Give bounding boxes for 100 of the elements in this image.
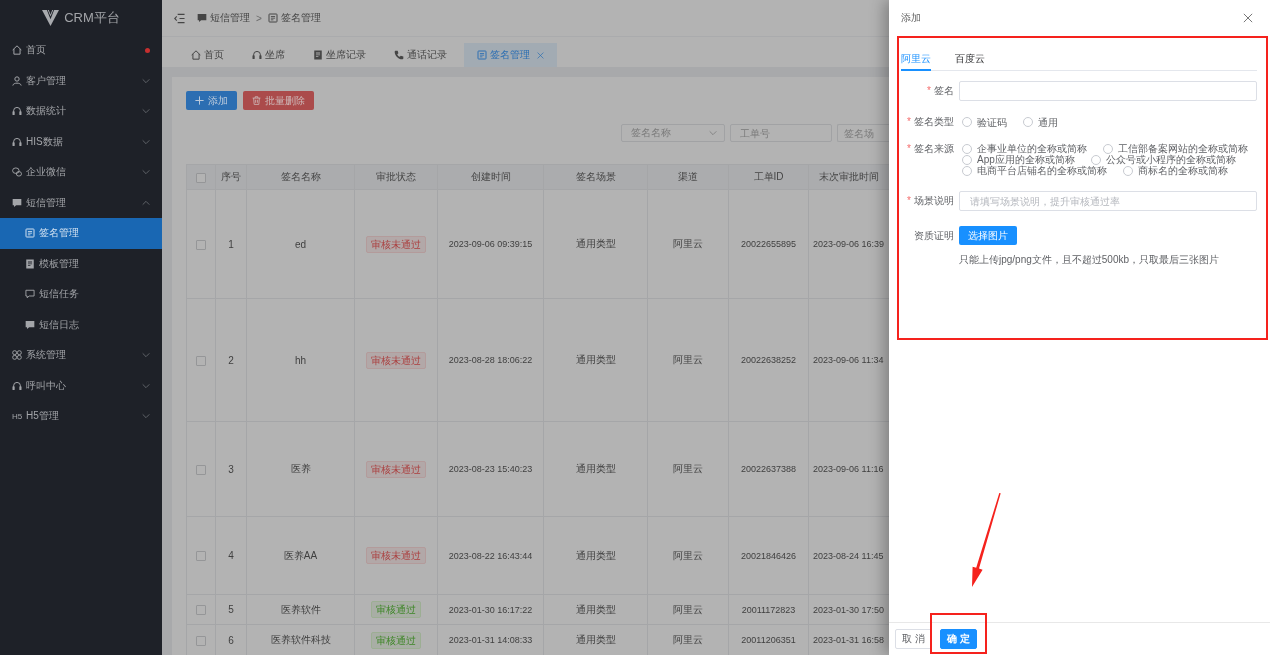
table-cell: 通用类型	[543, 189, 648, 299]
table-cell: ed	[246, 189, 355, 299]
user-icon	[12, 75, 22, 86]
cancel-button[interactable]: 取 消	[895, 629, 932, 649]
table-cell: 2023-08-22 16:43:44	[437, 516, 544, 595]
required-mark: *	[907, 194, 911, 208]
table-cell: 阿里云	[647, 298, 729, 422]
headset-icon	[12, 106, 22, 117]
table-cell: hh	[246, 298, 355, 422]
radio-button[interactable]	[962, 165, 972, 176]
menu-item[interactable]: 短信管理	[0, 187, 162, 218]
status-tag: 审核未通过	[366, 460, 426, 478]
form-label: 签名	[934, 84, 954, 98]
table-cell: 阿里云	[647, 421, 729, 517]
column-header: 创建时间	[437, 164, 544, 190]
menu-item[interactable]: HIS数据	[0, 126, 162, 157]
logo-icon	[42, 9, 60, 26]
table-cell: 2023-09-06 09:39:15	[437, 189, 544, 299]
radio-button[interactable]	[1023, 117, 1033, 127]
tab[interactable]: 百度云	[955, 48, 985, 71]
radio-label: 验证码	[977, 116, 1007, 128]
menu-item[interactable]: 数据统计	[0, 96, 162, 127]
table-cell: 5	[215, 594, 247, 625]
breadcrumb-item[interactable]: 签名管理	[267, 11, 321, 25]
headset-icon	[12, 136, 22, 147]
menu-item[interactable]: 首页	[0, 35, 162, 66]
table-cell: 医养软件	[246, 594, 355, 625]
menu-item[interactable]: 企业微信	[0, 157, 162, 188]
checkbox[interactable]	[196, 605, 206, 616]
table-cell: 通用类型	[543, 421, 648, 517]
radio-label: 公众号或小程序的全称或简称	[1105, 154, 1236, 165]
tab[interactable]: 通话记录	[383, 43, 458, 67]
checkbox[interactable]	[196, 635, 206, 646]
table-cell: 20011172823	[728, 594, 809, 625]
document-icon	[25, 258, 35, 269]
breadcrumb-separator: >	[256, 12, 262, 24]
status-tag: 审核通过	[371, 601, 421, 618]
menu-item[interactable]: H5 H5管理	[0, 401, 162, 432]
radio-label: 工信部备案网站的全称或简称	[1118, 143, 1248, 154]
table-cell: 20022637388	[728, 421, 809, 517]
form-label: 签名来源	[914, 143, 954, 155]
phone-icon	[394, 50, 404, 60]
drawer-title: 添加	[901, 11, 921, 25]
status-tag: 审核未通过	[366, 235, 426, 253]
radio-label: 企事业单位的全称或简称	[977, 143, 1087, 154]
column-header: 签名名称	[246, 164, 355, 190]
trash-icon	[252, 96, 261, 105]
column-header: 末次审批时间	[808, 164, 889, 190]
document-icon	[25, 228, 35, 239]
radio-label: 商标名的全称或简称	[1138, 165, 1228, 176]
checkbox[interactable]	[196, 239, 206, 250]
message-icon	[197, 13, 207, 23]
radio-button[interactable]	[1090, 154, 1101, 165]
tab[interactable]: 坐席	[241, 43, 296, 67]
document-icon	[477, 50, 487, 60]
radio-button[interactable]	[962, 154, 972, 165]
breadcrumb-item[interactable]: 短信管理	[197, 11, 250, 25]
h5-icon: H5	[12, 411, 22, 421]
plus-icon	[195, 96, 204, 105]
required-mark: *	[907, 116, 911, 128]
home-icon	[191, 50, 201, 60]
column-header: 签名场景	[543, 164, 648, 190]
document-icon	[267, 13, 278, 23]
message-icon	[25, 319, 35, 330]
status-tag: 审核未通过	[366, 547, 426, 564]
checkbox[interactable]	[196, 355, 206, 366]
menu-item[interactable]: 客户管理	[0, 65, 162, 96]
column-header: 审批状态	[354, 164, 438, 190]
status-tag: 审核通过	[371, 631, 421, 649]
radio-label: 通用	[1038, 116, 1058, 128]
submenu-item[interactable]: 短信日志	[0, 309, 162, 340]
radio-button[interactable]	[962, 143, 972, 154]
table-cell: 阿里云	[647, 189, 729, 299]
checkbox[interactable]	[196, 551, 206, 562]
table-cell: 阿里云	[647, 594, 729, 625]
menu-fold-icon[interactable]	[174, 12, 185, 24]
close-icon[interactable]	[1243, 13, 1253, 23]
table-cell: 20022638252	[728, 298, 809, 422]
submenu-item[interactable]: 短信任务	[0, 279, 162, 310]
table-cell: 20022655895	[728, 189, 809, 299]
tab[interactable]: 首页	[180, 43, 235, 67]
submenu-item[interactable]: 模板管理	[0, 248, 162, 279]
hint-text: 只能上传jpg/png文件，且不超过500kb，只取最后三张图片	[959, 253, 1221, 267]
required-mark: *	[927, 84, 931, 98]
status-tag: 审核未通过	[366, 351, 426, 369]
table-cell: 2023-01-30 16:17:22	[437, 594, 544, 625]
message-icon	[25, 289, 35, 300]
required-mark: *	[907, 143, 911, 155]
radio-label: 电商平台店铺名的全称或简称	[977, 165, 1107, 176]
checkbox[interactable]	[196, 464, 206, 475]
checkbox[interactable]	[196, 172, 206, 183]
tab[interactable]: 坐席记录	[302, 43, 377, 67]
form-label: 资质证明	[914, 229, 954, 243]
radio-button[interactable]	[962, 117, 972, 127]
radio-button[interactable]	[1123, 165, 1133, 176]
menu-item[interactable]: 呼叫中心	[0, 370, 162, 401]
menu-item[interactable]: 系统管理	[0, 340, 162, 371]
radio-button[interactable]	[1103, 143, 1113, 154]
table-cell: 2	[215, 298, 247, 422]
submenu-item[interactable]: 签名管理	[0, 218, 162, 249]
